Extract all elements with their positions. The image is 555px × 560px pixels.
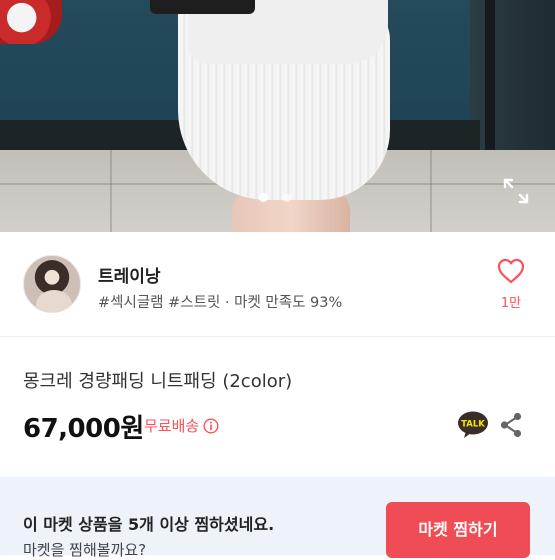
follow-market-banner: 이 마켓 상품을 5개 이상 찜하셨네요. 마켓을 찜해볼까요? 마켓 찜하기 [0,477,555,559]
gallery-dot-active[interactable] [259,193,268,202]
seller-tags: #섹시글램 #스트릿 · 마켓 만족도 93% [98,295,343,311]
banner-question: 마켓을 찜해볼까요? [23,541,147,559]
product-title: 몽크레 경량패딩 니트패딩 (2color) [23,371,293,392]
seller-name[interactable]: 트레이낭 [98,262,161,287]
seller-avatar[interactable] [23,255,81,313]
photo-background-door [470,0,555,150]
heart-icon [492,258,530,288]
info-icon[interactable] [203,417,219,434]
follow-market-button[interactable]: 마켓 찜하기 [386,502,530,558]
share-icon[interactable] [498,412,524,438]
shipping-info[interactable]: 무료배송 [144,415,219,436]
photo-dark-garment [150,0,255,14]
floor-tile-line [430,150,432,232]
like-button[interactable]: 1만 [492,258,530,314]
kakao-talk-icon[interactable]: TALK [457,410,489,440]
avatar-figure [36,290,72,312]
product-image[interactable] [0,0,555,232]
product-price: 67,000원 [23,414,144,444]
expand-icon[interactable] [503,178,529,204]
floor-tile-line [110,150,112,232]
talk-label: TALK [461,420,485,430]
gallery-dot[interactable] [282,193,291,202]
seller-info[interactable]: 트레이낭 #섹시글램 #스트릿 · 마켓 만족도 93% 1만 [0,232,555,337]
like-count: 1만 [500,296,522,311]
photo-background-pillar [485,0,495,150]
banner-message: 이 마켓 상품을 5개 이상 찜하셨네요. [23,515,275,534]
gallery-pagination [259,193,291,202]
shipping-label: 무료배송 [144,417,200,435]
